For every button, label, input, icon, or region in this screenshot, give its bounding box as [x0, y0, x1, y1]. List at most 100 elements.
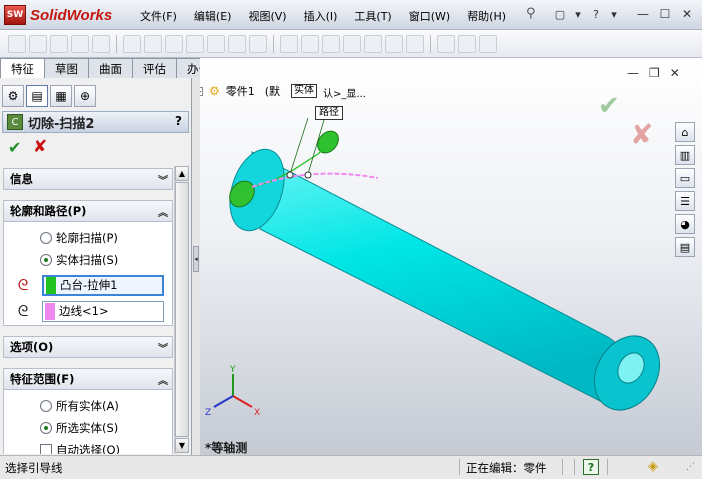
- shell-icon[interactable]: [249, 35, 267, 53]
- help-button[interactable]: ?: [175, 114, 182, 128]
- status-editing: 正在编辑：零件: [466, 461, 547, 475]
- custom-properties-icon[interactable]: ▤: [675, 237, 695, 257]
- design-library-icon[interactable]: ▥: [675, 145, 695, 165]
- view-palette-icon[interactable]: ☰: [675, 191, 695, 211]
- resize-grip-icon[interactable]: ⋰: [686, 462, 695, 472]
- scroll-up-icon[interactable]: ▲: [175, 166, 189, 181]
- loft-cut-icon[interactable]: [165, 35, 183, 53]
- triad-x-label: X: [254, 408, 260, 418]
- collapse-panel-grip-icon[interactable]: ◂: [193, 246, 199, 272]
- appearances-icon[interactable]: ◕: [675, 214, 695, 234]
- tab-evaluate[interactable]: 评估: [132, 58, 177, 78]
- help-question-icon[interactable]: ?: [588, 6, 604, 22]
- group-options-label: 选项(O): [10, 340, 54, 354]
- close-icon[interactable]: ✕: [678, 6, 696, 22]
- path-point[interactable]: [304, 171, 312, 179]
- folder-icon[interactable]: ▭: [675, 168, 695, 188]
- group-feature-scope[interactable]: 特征范围(F) ︽: [3, 368, 173, 390]
- group-options[interactable]: 选项(O) ︾: [3, 336, 173, 358]
- extrude-cut-icon[interactable]: [92, 35, 110, 53]
- viewport-minimize-icon[interactable]: —: [627, 66, 639, 80]
- scroll-thumb[interactable]: [175, 182, 189, 437]
- auto-select-checkbox[interactable]: [40, 444, 52, 454]
- tab-surfaces[interactable]: 曲面: [88, 58, 133, 78]
- revolve-boss-icon[interactable]: [29, 35, 47, 53]
- scroll-down-icon[interactable]: ▼: [175, 438, 189, 453]
- tag-icon[interactable]: ◈: [648, 459, 658, 474]
- tube-body[interactable]: [251, 151, 631, 409]
- draft-icon[interactable]: [343, 35, 361, 53]
- reference-geometry-icon[interactable]: [437, 35, 455, 53]
- chamfer-icon[interactable]: [207, 35, 225, 53]
- auto-select-checkbox-row[interactable]: 自动选择(O): [40, 442, 120, 454]
- confirm-ok-checkmark-icon[interactable]: ✔: [598, 91, 620, 121]
- expand-chevron-icon[interactable]: ︾: [158, 172, 168, 187]
- curves-icon[interactable]: [458, 35, 476, 53]
- menu-help[interactable]: 帮助(H): [467, 8, 506, 24]
- home-icon[interactable]: ⌂: [675, 122, 695, 142]
- menu-view[interactable]: 视图(V): [248, 8, 286, 24]
- rib-icon[interactable]: [228, 35, 246, 53]
- sweep-boss-icon[interactable]: [50, 35, 68, 53]
- radio-all-bodies[interactable]: 所有实体(A): [40, 398, 119, 414]
- sweep-cut-icon[interactable]: [144, 35, 162, 53]
- collapse-chevron-icon[interactable]: ︽: [158, 204, 168, 219]
- instant3d-icon[interactable]: [479, 35, 497, 53]
- viewport-restore-icon[interactable]: ❐: [649, 66, 660, 80]
- graphics-area[interactable]: X Y Z 实体 认>_显... 路径 + ⚙ 零件1 (默 — ❐ ✕ ✔ ✘…: [200, 58, 702, 455]
- hole-wizard-icon[interactable]: [364, 35, 382, 53]
- minimize-icon[interactable]: —: [634, 6, 652, 22]
- quick-tips-help-icon[interactable]: ?: [583, 459, 599, 475]
- mirror-icon[interactable]: [322, 35, 340, 53]
- radio-selected-bodies[interactable]: 所选实体(S): [40, 420, 118, 436]
- dome-icon[interactable]: [385, 35, 403, 53]
- confirm-cancel-x-icon[interactable]: ✘: [630, 118, 653, 151]
- tool-body-field[interactable]: 凸台-拉伸1: [42, 274, 164, 296]
- radio-button-selected[interactable]: [40, 422, 52, 434]
- radio-solid-sweep[interactable]: 实体扫描(S): [40, 252, 118, 268]
- cancel-x-icon[interactable]: ✘: [33, 137, 47, 157]
- panel-scrollbar[interactable]: ▲ ▼: [174, 166, 189, 454]
- menu-edit[interactable]: 编辑(E): [194, 8, 232, 24]
- menu-file[interactable]: 文件(F): [140, 8, 177, 24]
- maximize-icon[interactable]: ☐: [656, 6, 674, 22]
- configuration-manager-icon[interactable]: ▦: [50, 85, 72, 107]
- tab-features[interactable]: 特征: [0, 58, 45, 79]
- collapse-chevron-icon[interactable]: ︽: [158, 372, 168, 387]
- group-profile-path[interactable]: 轮廓和路径(P) ︽: [3, 200, 173, 222]
- panel-splitter[interactable]: ◂: [192, 78, 200, 455]
- menu-insert[interactable]: 插入(I): [304, 8, 338, 24]
- radio-button-selected[interactable]: [40, 254, 52, 266]
- extrude-boss-icon[interactable]: [8, 35, 26, 53]
- radio-button[interactable]: [40, 400, 52, 412]
- group-info[interactable]: 信息 ︾: [3, 168, 173, 190]
- pin-menu-icon[interactable]: ⚲: [526, 6, 542, 22]
- circular-pattern-icon[interactable]: [301, 35, 319, 53]
- menu-window[interactable]: 窗口(W): [409, 8, 450, 24]
- expand-plus-icon[interactable]: +: [200, 86, 203, 96]
- menu-tools[interactable]: 工具(T): [354, 8, 391, 24]
- part-icon: ⚙: [209, 84, 220, 98]
- viewport-close-icon[interactable]: ✕: [670, 66, 680, 80]
- path-field[interactable]: 边线<1>: [42, 300, 164, 322]
- dimxpert-manager-icon[interactable]: ⊕: [74, 85, 96, 107]
- app-logo[interactable]: SW SolidWorks: [4, 5, 112, 25]
- ok-checkmark-icon[interactable]: ✔: [8, 138, 21, 157]
- revolve-cut-icon[interactable]: [123, 35, 141, 53]
- feature-manager-icon[interactable]: ⚙: [2, 85, 24, 107]
- fillet-icon[interactable]: [186, 35, 204, 53]
- radio-button[interactable]: [40, 232, 52, 244]
- new-document-icon[interactable]: ▢: [552, 6, 568, 22]
- radio-profile-sweep[interactable]: 轮廓扫描(P): [40, 230, 118, 246]
- property-manager-icon[interactable]: ▤: [26, 85, 48, 107]
- path-point[interactable]: [286, 171, 294, 179]
- model-view[interactable]: X Y Z: [200, 58, 702, 455]
- dropdown-arrow-icon[interactable]: ▾: [570, 6, 586, 22]
- tree-root-label[interactable]: 零件1: [226, 83, 255, 99]
- linear-pattern-icon[interactable]: [280, 35, 298, 53]
- wrap-icon[interactable]: [406, 35, 424, 53]
- expand-chevron-icon[interactable]: ︾: [158, 340, 168, 355]
- tab-sketch[interactable]: 草图: [44, 58, 89, 78]
- loft-boss-icon[interactable]: [71, 35, 89, 53]
- dropdown-arrow-icon[interactable]: ▾: [606, 6, 622, 22]
